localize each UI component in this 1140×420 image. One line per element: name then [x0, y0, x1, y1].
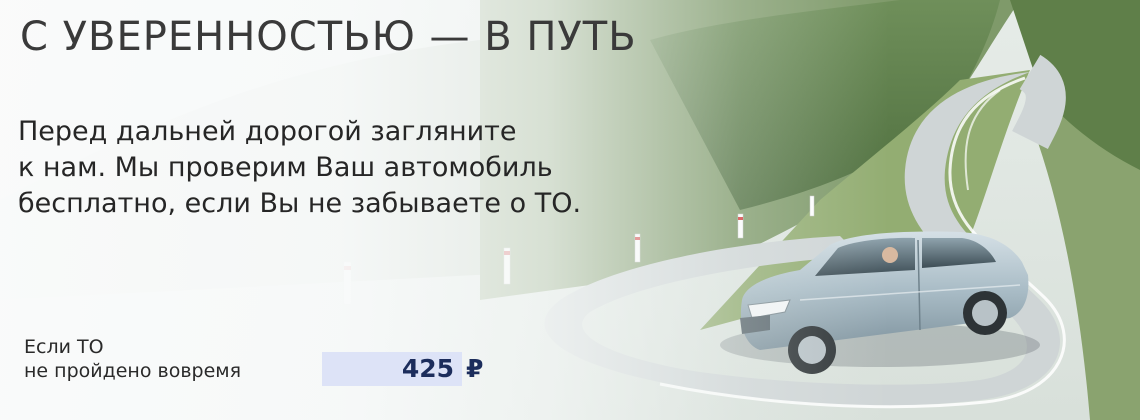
price-condition-label: Если ТО не пройдено вовремя	[24, 335, 241, 383]
ruble-sign: ₽	[466, 354, 484, 383]
price-condition-line: не пройдено вовремя	[24, 360, 242, 382]
promo-banner: С УВЕРЕННОСТЬЮ — В ПУТЬ Перед дальней до…	[0, 0, 1140, 420]
price-amount: 425	[401, 354, 454, 383]
headline: С УВЕРЕННОСТЬЮ — В ПУТЬ	[20, 14, 637, 60]
body-line: бесплатно, если Вы не забываете о ТО.	[18, 188, 582, 219]
body-text: Перед дальней дорогой загляните к нам. М…	[18, 114, 581, 222]
body-line: к нам. Мы проверим Ваш автомобиль	[18, 152, 553, 183]
price-condition-line: Если ТО	[24, 336, 104, 358]
body-line: Перед дальней дорогой загляните	[18, 116, 517, 147]
